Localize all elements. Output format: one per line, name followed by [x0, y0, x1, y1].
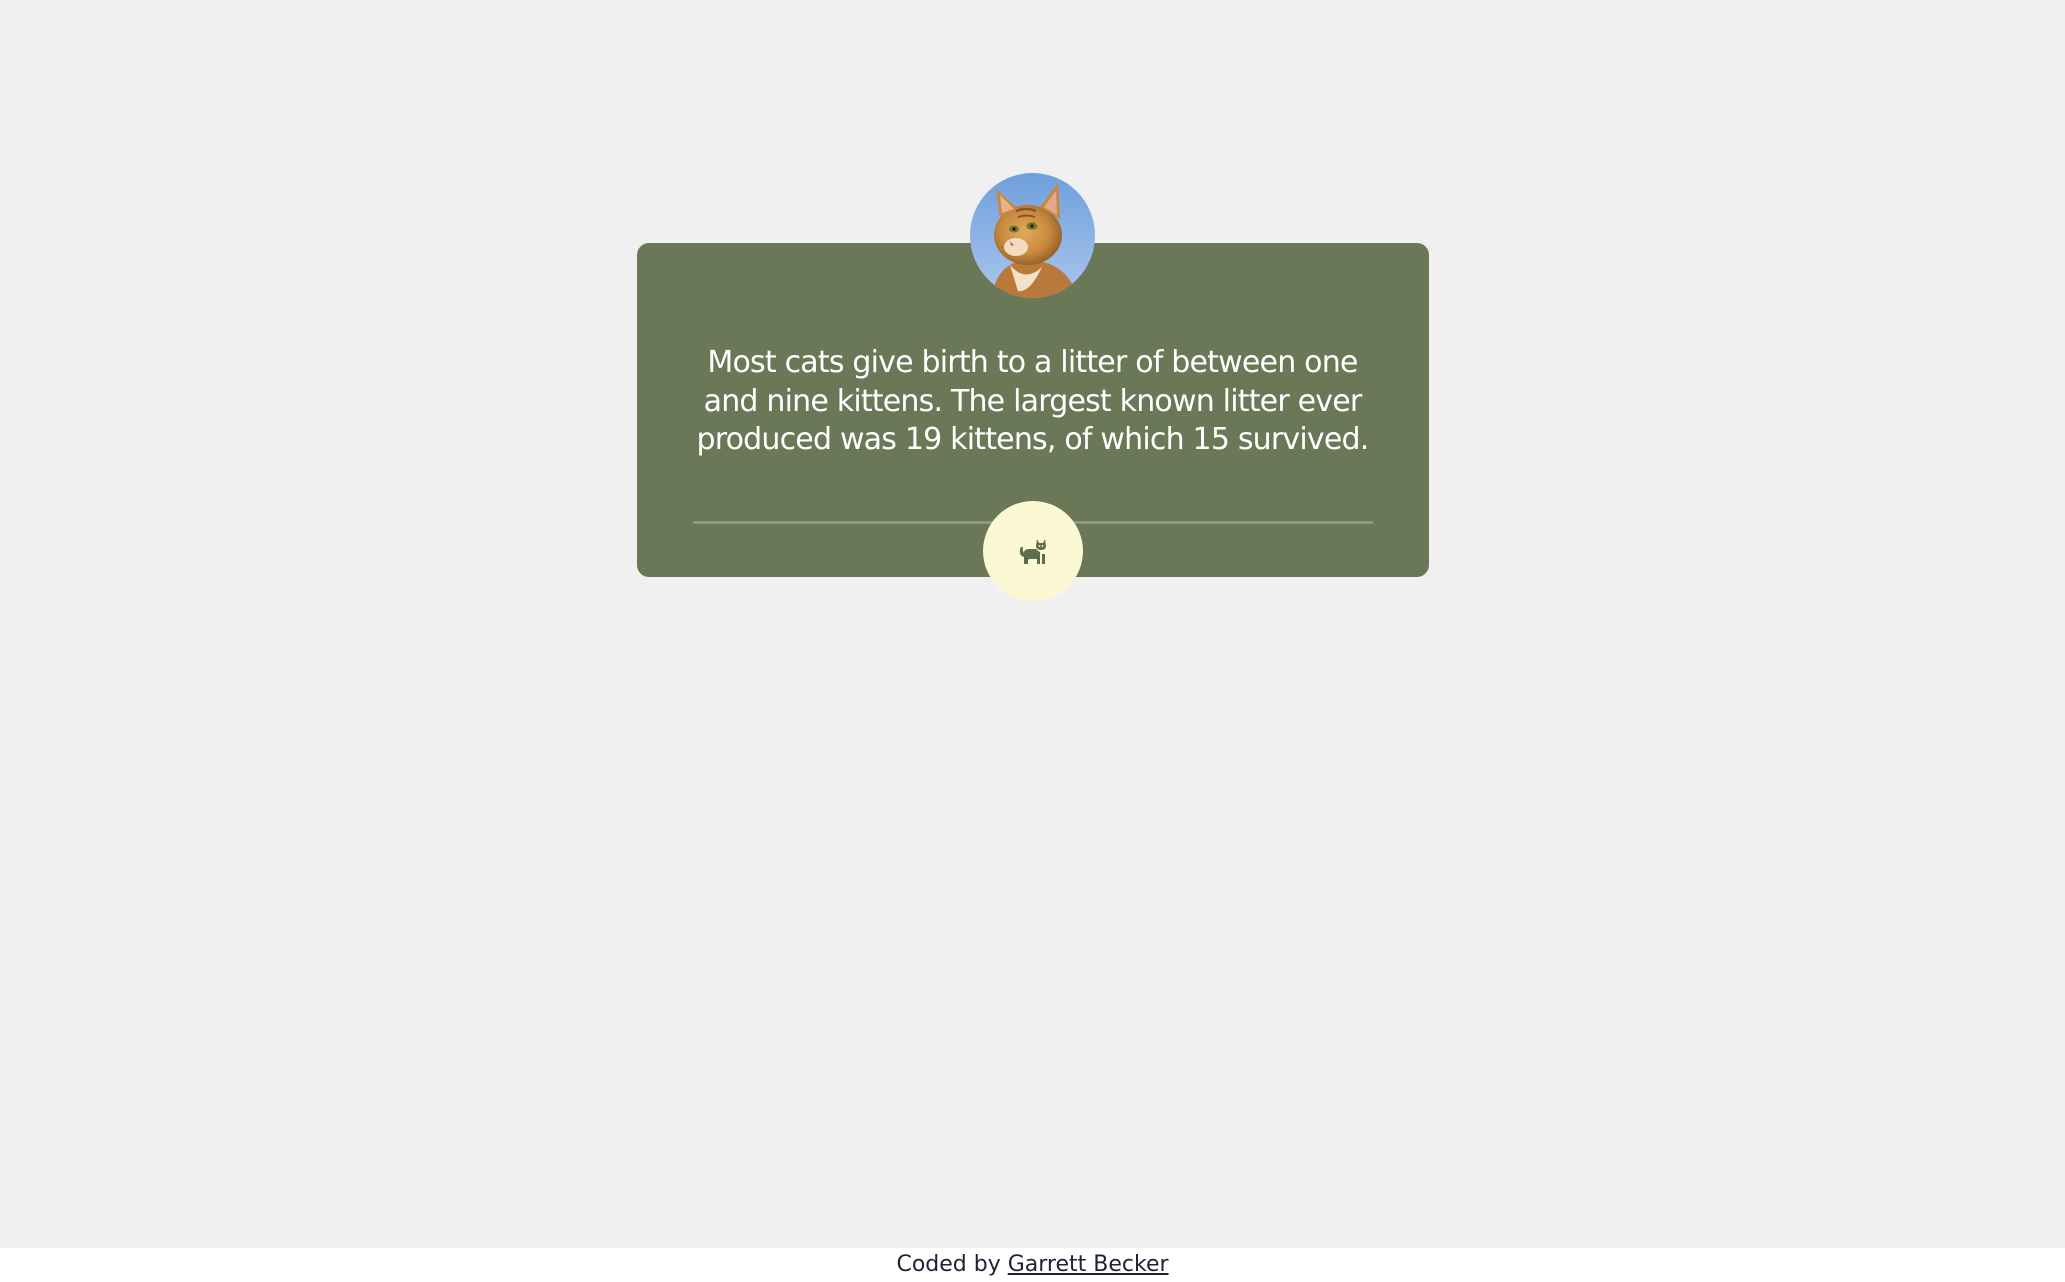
cat-photo-image [970, 173, 1095, 298]
new-fact-button[interactable] [983, 501, 1083, 601]
page: Most cats give birth to a litter of betw… [0, 0, 2065, 1282]
footer-credit-prefix: Coded by [896, 1252, 1001, 1277]
author-link[interactable]: Garrett Becker [1008, 1252, 1169, 1277]
footer: Coded by Garrett Becker [0, 1248, 2065, 1282]
cat-avatar [970, 173, 1095, 298]
cat-icon [1019, 539, 1046, 564]
cat-fact-quote: Most cats give birth to a litter of betw… [696, 345, 1369, 457]
